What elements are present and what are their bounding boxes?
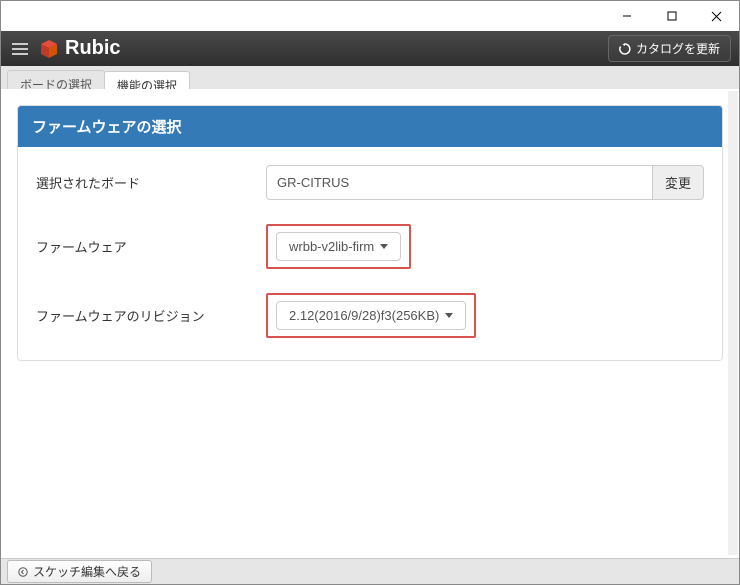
app-header: Rubic カタログを更新 — [1, 31, 739, 66]
label-selected-board: 選択されたボード — [36, 173, 266, 192]
firmware-value: wrbb-v2lib-firm — [289, 239, 374, 254]
firmware-highlight: wrbb-v2lib-firm — [266, 224, 411, 269]
back-arrow-icon — [18, 567, 28, 577]
refresh-label: カタログを更新 — [636, 40, 720, 57]
revision-highlight: 2.12(2016/9/28)f3(256KB) — [266, 293, 476, 338]
revision-dropdown[interactable]: 2.12(2016/9/28)f3(256KB) — [276, 301, 466, 330]
row-revision: ファームウェアのリビジョン 2.12(2016/9/28)f3(256KB) — [36, 293, 704, 338]
revision-value: 2.12(2016/9/28)f3(256KB) — [289, 308, 439, 323]
refresh-catalog-button[interactable]: カタログを更新 — [608, 35, 731, 62]
back-to-sketch-button[interactable]: スケッチ編集へ戻る — [7, 560, 152, 583]
app-logo: Rubic — [39, 37, 121, 60]
window-maximize[interactable] — [649, 1, 694, 31]
caret-down-icon — [445, 313, 453, 318]
window-close[interactable] — [694, 1, 739, 31]
menu-icon[interactable] — [9, 38, 31, 60]
row-firmware: ファームウェア wrbb-v2lib-firm — [36, 224, 704, 269]
firmware-panel: ファームウェアの選択 選択されたボード 変更 ファームウェア wrbb-v2li… — [17, 105, 723, 361]
back-label: スケッチ編集へ戻る — [33, 563, 141, 580]
selected-board-input[interactable] — [266, 165, 653, 200]
panel-title: ファームウェアの選択 — [18, 106, 722, 147]
window-minimize[interactable] — [604, 1, 649, 31]
caret-down-icon — [380, 244, 388, 249]
row-selected-board: 選択されたボード 変更 — [36, 165, 704, 200]
change-board-button[interactable]: 変更 — [653, 165, 704, 200]
cube-icon — [39, 39, 59, 59]
scrollbar[interactable] — [728, 91, 738, 555]
label-revision: ファームウェアのリビジョン — [36, 306, 266, 325]
footer-bar: スケッチ編集へ戻る — [1, 558, 739, 584]
label-firmware: ファームウェア — [36, 237, 266, 256]
content-area: ファームウェアの選択 選択されたボード 変更 ファームウェア wrbb-v2li… — [1, 89, 739, 557]
window-titlebar — [1, 1, 739, 31]
app-name: Rubic — [65, 37, 121, 60]
refresh-icon — [619, 43, 631, 55]
panel-body: 選択されたボード 変更 ファームウェア wrbb-v2lib-firm — [18, 147, 722, 360]
firmware-dropdown[interactable]: wrbb-v2lib-firm — [276, 232, 401, 261]
